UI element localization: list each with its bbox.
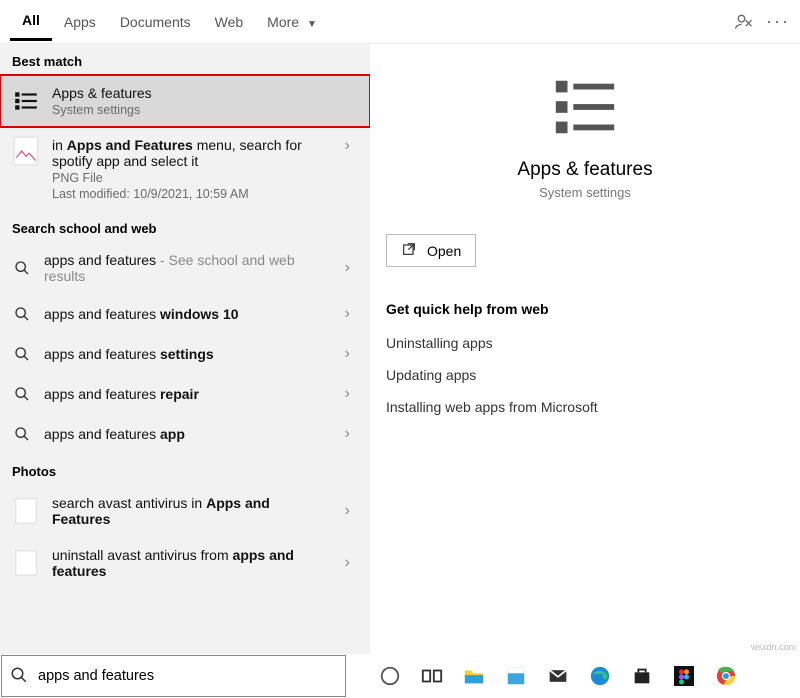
preview-subtitle: System settings xyxy=(396,185,774,200)
apps-features-icon xyxy=(550,72,620,145)
section-best-match: Best match xyxy=(0,44,370,75)
taskbar xyxy=(346,662,800,690)
help-link-install-web[interactable]: Installing web apps from Microsoft xyxy=(386,391,784,423)
file-explorer-icon[interactable] xyxy=(460,662,488,690)
tab-documents[interactable]: Documents xyxy=(108,4,203,40)
photo-result-1[interactable]: uninstall avast antivirus from apps and … xyxy=(0,537,370,589)
web-result-0[interactable]: apps and features - See school and web r… xyxy=(0,242,370,294)
search-box[interactable] xyxy=(1,655,346,697)
web-result-4[interactable]: apps and features app › xyxy=(0,414,370,454)
search-icon xyxy=(12,258,32,278)
preview-title: Apps & features xyxy=(396,159,774,181)
chevron-right-icon[interactable]: › xyxy=(337,502,358,520)
chevron-right-icon[interactable]: › xyxy=(337,259,358,277)
more-options-icon[interactable]: ··· xyxy=(766,10,790,34)
store-icon[interactable] xyxy=(628,662,656,690)
chevron-right-icon[interactable]: › xyxy=(337,137,358,155)
result-apps-and-features[interactable]: Apps & features System settings xyxy=(0,75,370,127)
photo-result-0[interactable]: search avast antivirus in Apps and Featu… xyxy=(0,485,370,537)
tab-apps[interactable]: Apps xyxy=(52,4,108,40)
open-label: Open xyxy=(427,243,461,259)
watermark: wsxdn.com xyxy=(751,642,796,652)
chevron-right-icon[interactable]: › xyxy=(337,554,358,572)
section-search-web: Search school and web xyxy=(0,211,370,242)
open-external-icon xyxy=(401,241,417,260)
section-photos: Photos xyxy=(0,454,370,485)
image-file-icon xyxy=(12,137,40,165)
file-modified: Last modified: 10/9/2021, 10:59 AM xyxy=(52,187,325,201)
task-view-icon[interactable] xyxy=(418,662,446,690)
figma-icon[interactable] xyxy=(670,662,698,690)
mail-icon[interactable] xyxy=(544,662,572,690)
file-title: in Apps and Features menu, search for sp… xyxy=(52,137,325,169)
tab-more-label: More xyxy=(267,14,299,30)
tab-web[interactable]: Web xyxy=(203,4,256,40)
feedback-icon[interactable] xyxy=(732,10,756,34)
edge-icon[interactable] xyxy=(586,662,614,690)
result-title: Apps & features xyxy=(52,85,358,101)
tab-more[interactable]: More ▼ xyxy=(255,4,329,40)
web-result-3[interactable]: apps and features repair › xyxy=(0,374,370,414)
taskbar-row xyxy=(0,654,800,698)
help-link-update[interactable]: Updating apps xyxy=(386,359,784,391)
search-icon xyxy=(12,424,32,444)
result-subtitle: System settings xyxy=(52,103,358,117)
chevron-right-icon[interactable]: › xyxy=(337,385,358,403)
caret-down-icon: ▼ xyxy=(307,19,317,30)
help-link-uninstall[interactable]: Uninstalling apps xyxy=(386,327,784,359)
settings-list-icon xyxy=(12,87,40,115)
notepad-icon[interactable] xyxy=(502,662,530,690)
web-result-1[interactable]: apps and features windows 10 › xyxy=(0,294,370,334)
image-file-icon xyxy=(12,549,40,577)
file-type: PNG File xyxy=(52,171,325,185)
search-icon xyxy=(10,666,28,687)
chrome-icon[interactable] xyxy=(712,662,740,690)
chevron-right-icon[interactable]: › xyxy=(337,305,358,323)
tab-all[interactable]: All xyxy=(10,2,52,41)
quick-help-heading: Get quick help from web xyxy=(386,301,784,317)
search-icon xyxy=(12,304,32,324)
search-input[interactable] xyxy=(36,667,337,685)
results-pane: Best match Apps & features System settin… xyxy=(0,44,370,654)
web-result-2[interactable]: apps and features settings › xyxy=(0,334,370,374)
image-file-icon xyxy=(12,497,40,525)
preview-pane: Apps & features System settings Open Get… xyxy=(370,44,800,654)
chevron-right-icon[interactable]: › xyxy=(337,425,358,443)
search-icon xyxy=(12,384,32,404)
open-button[interactable]: Open xyxy=(386,234,476,267)
search-filter-tabs: All Apps Documents Web More ▼ ··· xyxy=(0,0,800,44)
cortana-icon[interactable] xyxy=(376,662,404,690)
chevron-right-icon[interactable]: › xyxy=(337,345,358,363)
search-icon xyxy=(12,344,32,364)
result-file-png[interactable]: in Apps and Features menu, search for sp… xyxy=(0,127,370,211)
